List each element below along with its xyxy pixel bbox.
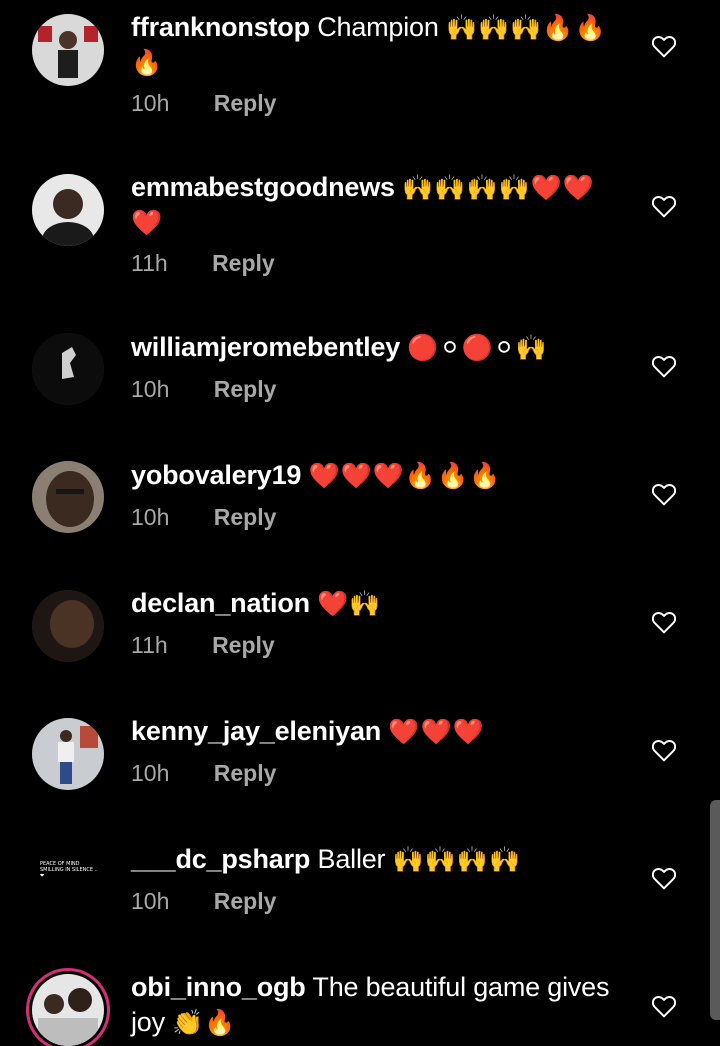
comment-text: williamjeromebentley 🔴⚪🔴⚪🙌	[131, 330, 621, 365]
comment-meta: 10h Reply	[131, 760, 276, 787]
comment-time: 10h	[131, 504, 170, 530]
comment-emoji: ❤️🙌	[317, 589, 382, 618]
comment-meta: 11h Reply	[131, 632, 275, 659]
comment-time: 10h	[131, 888, 170, 914]
comment-username[interactable]: williamjeromebentley	[131, 332, 400, 362]
comment-time: 10h	[131, 760, 170, 786]
comment-username[interactable]: yobovalery19	[131, 460, 301, 490]
comment-emoji: 👏🔥	[172, 1008, 237, 1037]
heart-outline-icon[interactable]	[651, 482, 677, 506]
comment-meta: 10h Reply	[131, 504, 276, 531]
comment-emoji: 🔴⚪🔴⚪🙌	[407, 333, 548, 362]
comment-meta: 10h Reply	[131, 376, 276, 403]
reply-button[interactable]: Reply	[214, 888, 277, 914]
comment-emoji: ❤️❤️❤️🔥🔥🔥	[308, 461, 502, 490]
avatar[interactable]: PEACE OF MIND SMILLING IN SILENCE ..❤	[32, 831, 104, 903]
avatar[interactable]	[32, 333, 104, 405]
reply-button[interactable]: Reply	[214, 504, 277, 530]
reply-button[interactable]: Reply	[212, 632, 275, 658]
comment-time: 11h	[131, 250, 168, 276]
reply-button[interactable]: Reply	[214, 760, 277, 786]
heart-outline-icon[interactable]	[651, 738, 677, 762]
avatar[interactable]	[32, 14, 104, 86]
heart-outline-icon[interactable]	[651, 354, 677, 378]
comment-text: ffranknonstop Champion 🙌🙌🙌🔥🔥🔥	[131, 10, 621, 80]
comment-text: obi_inno_ogb The beautiful game gives jo…	[131, 970, 621, 1040]
comment-time: 11h	[131, 632, 168, 658]
scrollbar[interactable]	[710, 800, 720, 1020]
comment-body: Champion	[317, 12, 439, 42]
avatar[interactable]	[32, 974, 104, 1046]
comment-emoji: 🙌🙌🙌🙌	[392, 845, 522, 874]
comment-username[interactable]: ffranknonstop	[131, 12, 310, 42]
heart-outline-icon[interactable]	[651, 194, 677, 218]
comment-time: 10h	[131, 90, 170, 116]
comment-username[interactable]: obi_inno_ogb	[131, 972, 306, 1002]
avatar[interactable]	[32, 461, 104, 533]
comment-username[interactable]: ___dc_psharp	[131, 844, 310, 874]
comment-text: ___dc_psharp Baller 🙌🙌🙌🙌	[131, 842, 621, 877]
comment-username[interactable]: declan_nation	[131, 588, 310, 618]
comment-text: kenny_jay_eleniyan ❤️❤️❤️	[131, 714, 621, 749]
comment-text: declan_nation ❤️🙌	[131, 586, 621, 621]
reply-button[interactable]: Reply	[214, 90, 277, 116]
reply-button[interactable]: Reply	[212, 250, 275, 276]
avatar-caption: PEACE OF MIND SMILLING IN SILENCE ..❤	[40, 861, 98, 879]
comment-meta: 10h Reply	[131, 90, 276, 117]
reply-button[interactable]: Reply	[214, 376, 277, 402]
heart-outline-icon[interactable]	[651, 610, 677, 634]
avatar[interactable]	[32, 590, 104, 662]
comment-meta: 11h Reply	[131, 250, 275, 277]
comment-username[interactable]: emmabestgoodnews	[131, 172, 395, 202]
comment-body: Baller	[317, 844, 386, 874]
comment-time: 10h	[131, 376, 170, 402]
comment-emoji: ❤️❤️❤️	[388, 717, 485, 746]
comment-meta: 10h Reply	[131, 888, 276, 915]
comment-username[interactable]: kenny_jay_eleniyan	[131, 716, 381, 746]
heart-outline-icon[interactable]	[651, 34, 677, 58]
heart-outline-icon[interactable]	[651, 866, 677, 890]
avatar[interactable]	[32, 174, 104, 246]
comment-text: emmabestgoodnews 🙌🙌🙌🙌❤️❤️❤️	[131, 170, 621, 240]
heart-outline-icon[interactable]	[651, 994, 677, 1018]
comment-text: yobovalery19 ❤️❤️❤️🔥🔥🔥	[131, 458, 621, 493]
avatar[interactable]	[32, 718, 104, 790]
